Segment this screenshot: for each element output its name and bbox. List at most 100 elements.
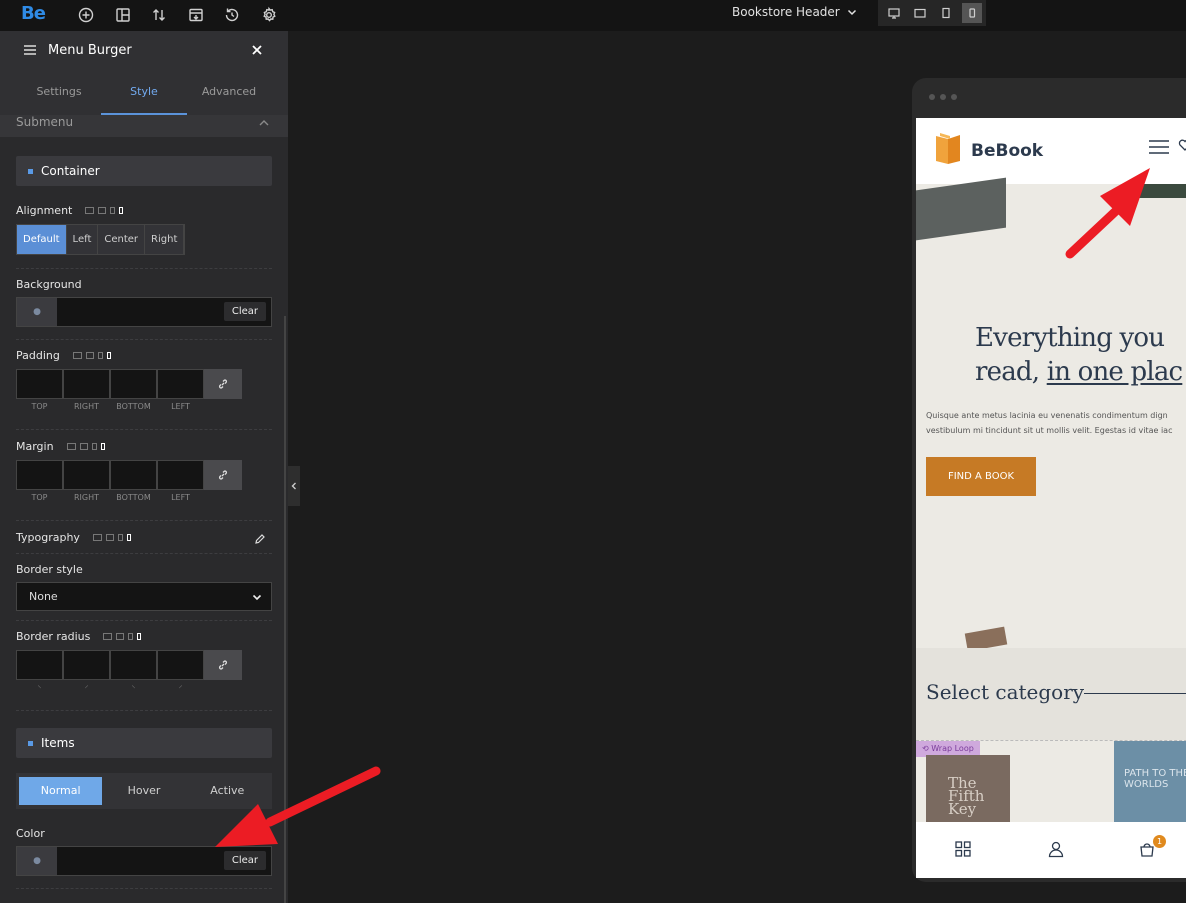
state-hover-tab[interactable]: Hover (102, 777, 185, 805)
link-icon[interactable] (204, 460, 242, 490)
link-icon[interactable] (204, 369, 242, 399)
book-title: The Fifth Key (948, 774, 985, 818)
radius-bottom-right-input[interactable] (110, 650, 157, 680)
color-swatch-icon[interactable]: ● (17, 847, 57, 875)
side-label-left: LEFT (171, 493, 190, 502)
menu-burger-icon[interactable] (1148, 138, 1170, 156)
hero-text-line-2: vestibulum mi tincidunt sit ut mollis ve… (926, 426, 1173, 435)
hero-title-line-2b: in one plac (1046, 357, 1183, 387)
margin-top-input[interactable] (16, 460, 63, 490)
grid-icon[interactable] (954, 840, 972, 858)
divider (16, 710, 272, 711)
margin-bottom-input[interactable] (110, 460, 157, 490)
hero-title-line-2a: read, (975, 357, 1047, 387)
items-color-clear-button[interactable]: Clear (223, 851, 266, 870)
export-icon[interactable] (186, 5, 206, 25)
items-color-field[interactable]: ● Clear (16, 846, 272, 876)
margin-inputs (16, 460, 242, 490)
page-selector[interactable]: Bookstore Header (732, 0, 858, 24)
border-radius-label: Border radius (16, 630, 91, 643)
responsive-icons[interactable] (66, 443, 105, 450)
side-label-right: RIGHT (73, 402, 100, 411)
panel-scrollbar[interactable] (284, 316, 286, 903)
mobile-device-icon[interactable] (962, 3, 982, 23)
padding-bottom-input[interactable] (110, 369, 157, 399)
book-cover[interactable]: PATH TO THE WORLDS (1114, 741, 1186, 823)
typography-label-row: Typography (16, 531, 131, 544)
corner-top-left-icon: ⸌ (37, 684, 42, 693)
background-clear-button[interactable]: Clear (223, 302, 266, 321)
padding-inputs (16, 369, 242, 399)
corner-bottom-left-icon: ⸍ (178, 684, 183, 693)
responsive-icons[interactable] (92, 534, 131, 541)
background-color-field[interactable]: ● Clear (16, 297, 272, 327)
user-icon[interactable] (1047, 840, 1065, 858)
border-radius-label-row: Border radius (16, 630, 142, 643)
gear-icon[interactable] (259, 5, 279, 25)
tablet-landscape-device-icon[interactable] (910, 3, 930, 23)
desktop-device-icon[interactable] (884, 3, 904, 23)
responsive-icons[interactable] (103, 633, 142, 640)
hamburger-icon[interactable] (22, 43, 38, 57)
border-style-select[interactable]: None (16, 582, 272, 611)
border-radius-inputs (16, 650, 242, 680)
edit-pencil-icon[interactable] (254, 533, 266, 545)
align-left-button[interactable]: Left (66, 225, 99, 254)
padding-label-row: Padding (16, 349, 111, 362)
color-label: Color (16, 827, 45, 840)
radius-bottom-left-input[interactable] (157, 650, 204, 680)
heart-icon[interactable] (1178, 138, 1186, 152)
color-swatch-icon[interactable]: ● (17, 298, 57, 326)
container-title: Container (41, 164, 100, 178)
book-title: PATH TO THE WORLDS (1124, 768, 1186, 790)
items-group-header[interactable]: Items (16, 728, 272, 758)
cart-count-badge: 1 (1153, 835, 1166, 848)
align-right-button[interactable]: Right (145, 225, 185, 254)
book-cover[interactable]: The Fifth Key (926, 755, 1010, 823)
tab-style[interactable]: Style (101, 85, 187, 98)
close-icon[interactable] (250, 43, 264, 57)
align-center-button[interactable]: Center (98, 225, 146, 254)
find-a-book-button[interactable]: FIND A BOOK (926, 457, 1036, 496)
book-logo-icon (933, 132, 963, 166)
responsive-icons[interactable] (85, 207, 124, 214)
builder-logo[interactable]: Be (21, 3, 46, 24)
hero-book-image (1126, 184, 1186, 198)
link-icon[interactable] (204, 650, 242, 680)
padding-left-input[interactable] (157, 369, 204, 399)
padding-side-labels: TOP RIGHT BOTTOM LEFT (16, 402, 204, 411)
tab-advanced[interactable]: Advanced (186, 85, 272, 98)
submenu-section-header[interactable]: Submenu (0, 115, 288, 137)
padding-right-input[interactable] (63, 369, 110, 399)
divider (16, 553, 272, 554)
margin-right-input[interactable] (63, 460, 110, 490)
panel-tabs: Settings Style Advanced (0, 69, 288, 115)
container-group-header[interactable]: Container (16, 156, 272, 186)
window-dots (929, 94, 957, 100)
brand-name[interactable]: BeBook (971, 141, 1043, 161)
wrap-loop-label: Wrap Loop (931, 744, 974, 753)
history-icon[interactable] (222, 5, 242, 25)
divider (16, 520, 272, 521)
group-dot (28, 169, 33, 174)
collapse-panel-button[interactable] (288, 466, 300, 506)
mobile-bottom-bar: 1 (916, 822, 1186, 878)
responsive-icons[interactable] (72, 352, 111, 359)
add-icon[interactable] (76, 5, 96, 25)
side-label-right: RIGHT (73, 493, 100, 502)
tablet-device-icon[interactable] (936, 3, 956, 23)
radius-top-left-input[interactable] (16, 650, 63, 680)
chevron-up-icon[interactable] (257, 116, 271, 130)
section-title: Submenu (16, 115, 74, 129)
radius-top-right-input[interactable] (63, 650, 110, 680)
padding-top-input[interactable] (16, 369, 63, 399)
sort-icon[interactable] (149, 5, 169, 25)
state-normal-tab[interactable]: Normal (19, 777, 103, 805)
state-active-tab[interactable]: Active (186, 777, 269, 805)
align-default-button[interactable]: Default (17, 225, 67, 254)
typography-label: Typography (16, 531, 80, 544)
margin-left-input[interactable] (157, 460, 204, 490)
category-title: Select category (926, 680, 1085, 704)
tab-settings[interactable]: Settings (16, 85, 102, 98)
structure-icon[interactable] (113, 5, 133, 25)
